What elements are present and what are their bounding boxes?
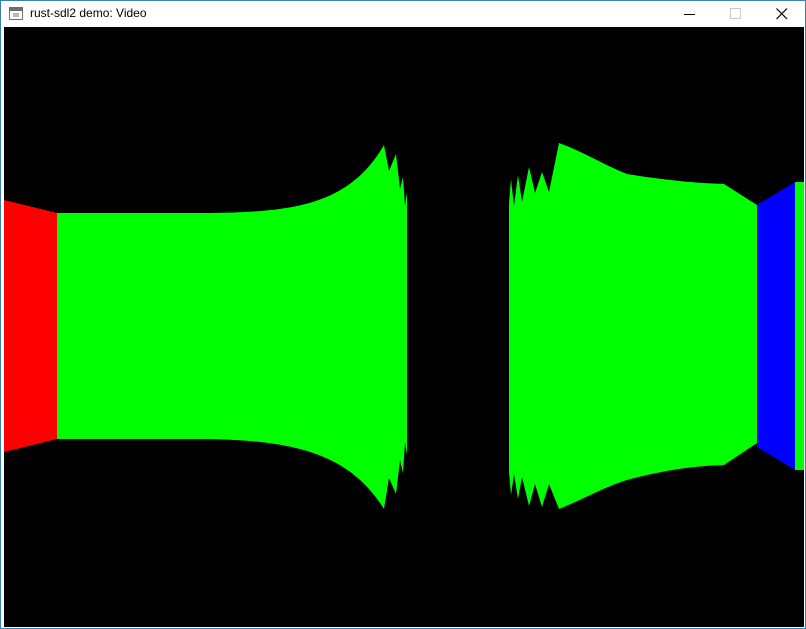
title-bar[interactable]: rust-sdl2 demo: Video [1, 1, 805, 27]
red-wall-segment [4, 200, 57, 452]
close-button[interactable] [759, 1, 805, 27]
rendered-scene [4, 143, 804, 509]
blue-wall-segment [757, 182, 795, 470]
close-icon [776, 8, 788, 20]
minimize-button[interactable] [667, 1, 713, 27]
green-wall-edge [795, 182, 804, 470]
green-wall-right [509, 143, 757, 509]
maximize-icon [730, 8, 741, 19]
app-window: rust-sdl2 demo: Video [0, 0, 806, 629]
minimize-icon [684, 14, 695, 15]
green-wall-left [57, 145, 407, 509]
maximize-button[interactable] [713, 1, 759, 27]
window-title: rust-sdl2 demo: Video [30, 6, 147, 20]
app-window-icon[interactable] [9, 7, 23, 20]
render-canvas[interactable] [4, 27, 804, 627]
